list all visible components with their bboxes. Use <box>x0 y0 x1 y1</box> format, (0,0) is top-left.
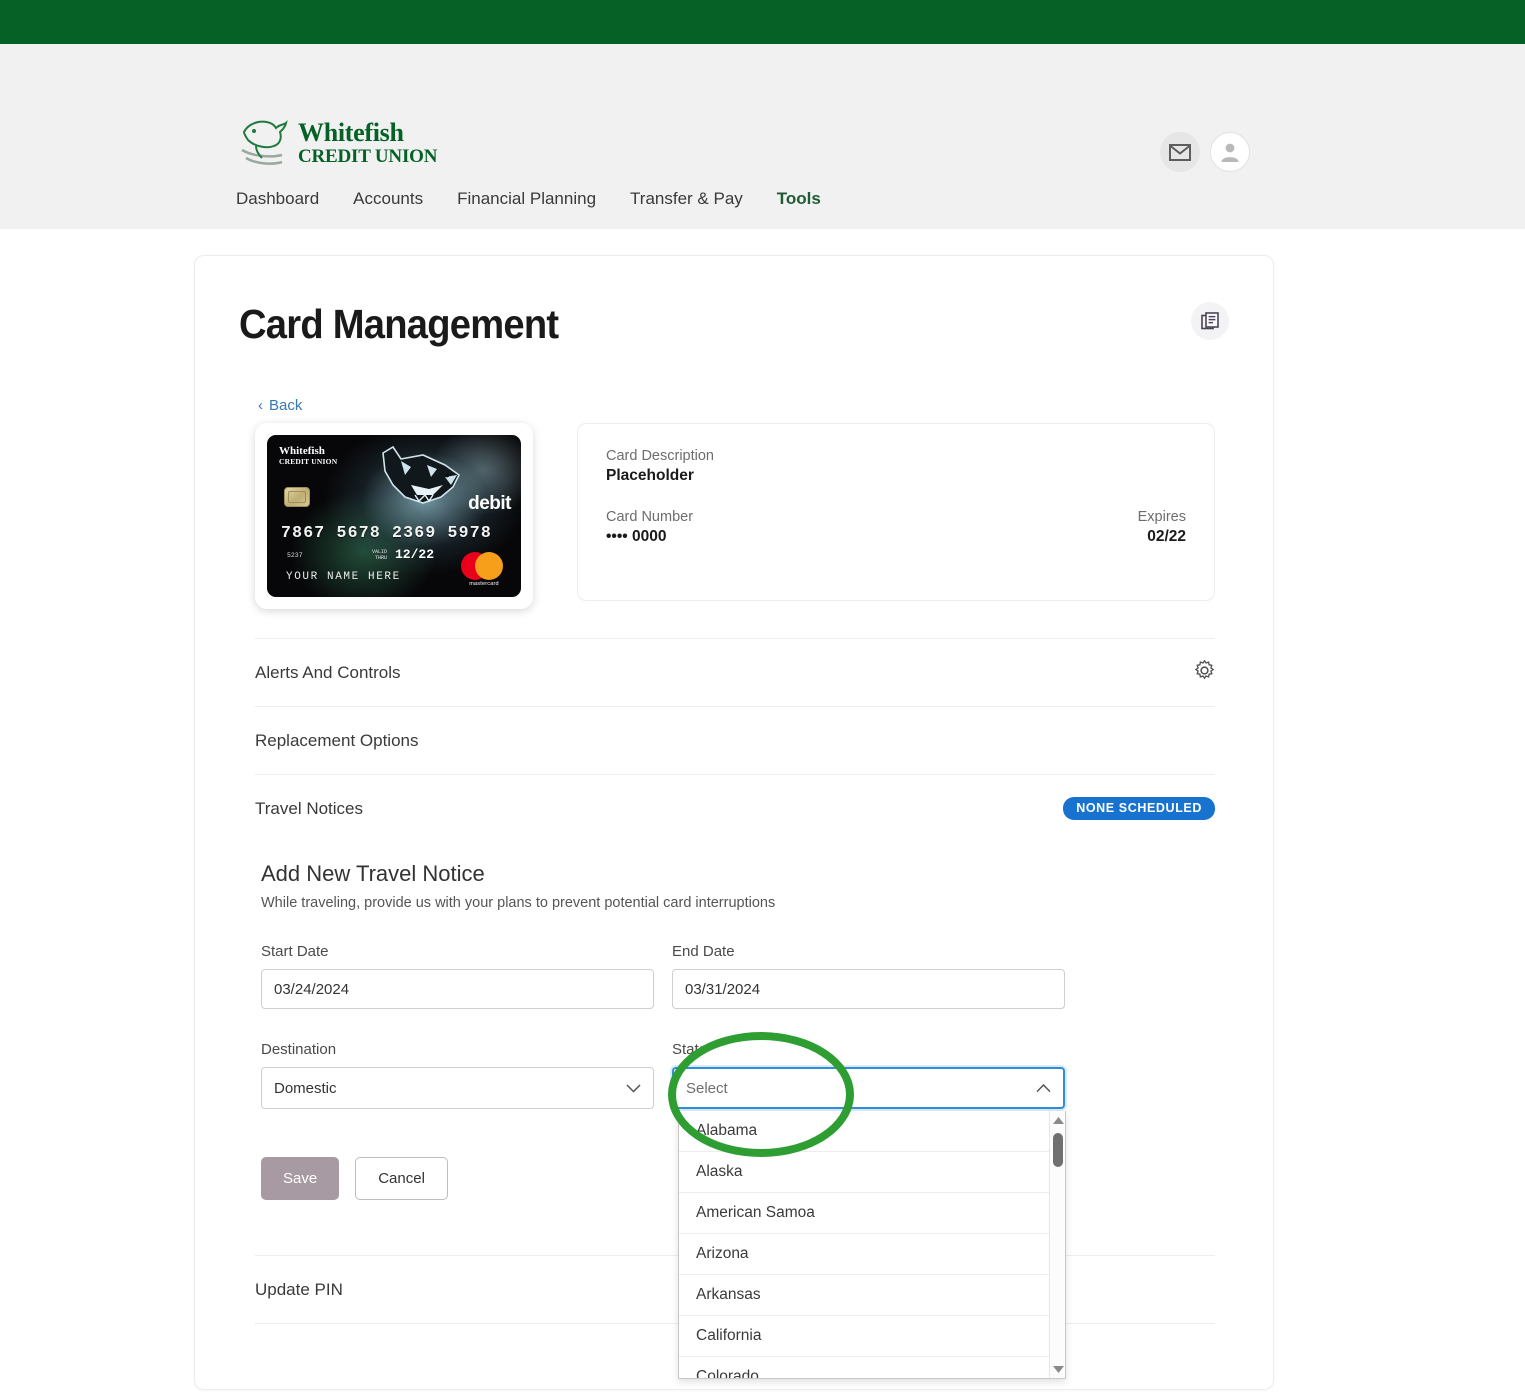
state-option-alabama[interactable]: Alabama <box>679 1111 1049 1152</box>
wolf-graphic-icon <box>382 445 461 504</box>
page-title: Card Management <box>239 301 559 347</box>
card-expires-label: Expires <box>1137 509 1186 525</box>
card-art-valid-thru: VALID THRU <box>372 549 388 562</box>
documents-icon[interactable] <box>1191 302 1229 340</box>
end-date-label: End Date <box>672 943 735 960</box>
card-art-holder-name: YOUR NAME HERE <box>286 571 401 583</box>
debit-card-art: Whitefish CREDIT UNION debit 7867 5678 2… <box>267 435 521 597</box>
envelope-glyph <box>1169 143 1191 161</box>
card-description-value: Placeholder <box>606 467 694 484</box>
state-field: State Select <box>672 1041 1065 1109</box>
start-date-field: Start Date 03/24/2024 <box>261 943 654 1009</box>
card-number-value: •••• 0000 <box>606 528 667 545</box>
dropdown-scrollbar[interactable] <box>1049 1111 1065 1378</box>
caret-down-glyph <box>1052 1365 1064 1373</box>
scroll-down-arrow-icon[interactable] <box>1050 1361 1065 1377</box>
state-option-arkansas[interactable]: Arkansas <box>679 1275 1049 1316</box>
end-date-field: End Date 03/31/2024 <box>672 943 1065 1009</box>
user-avatar-icon[interactable] <box>1210 132 1250 172</box>
card-art-logo: Whitefish CREDIT UNION <box>279 445 338 466</box>
mastercard-logo-icon: mastercard <box>461 552 507 587</box>
nav-item-financial-planning[interactable]: Financial Planning <box>440 189 613 229</box>
brand-logo[interactable]: Whitefish CREDIT UNION <box>236 112 437 174</box>
section-label-travel-notices: Travel Notices <box>255 798 364 818</box>
nav-item-accounts[interactable]: Accounts <box>336 189 440 229</box>
scrollbar-thumb[interactable] <box>1053 1133 1063 1167</box>
save-button[interactable]: Save <box>261 1157 340 1200</box>
gear-icon[interactable] <box>1194 659 1215 686</box>
end-date-input[interactable]: 03/31/2024 <box>672 969 1065 1009</box>
date-field-row: Start Date 03/24/2024 End Date 03/31/202… <box>261 943 1211 1009</box>
state-placeholder: Select <box>686 1079 728 1097</box>
chevron-up-icon <box>1036 1083 1051 1092</box>
state-option-american-samoa[interactable]: American Samoa <box>679 1193 1049 1234</box>
documents-glyph <box>1200 311 1219 329</box>
nav-item-dashboard[interactable]: Dashboard <box>236 189 336 229</box>
state-dropdown-panel: Alabama Alaska American Samoa Arizona Ar… <box>678 1111 1066 1379</box>
start-date-label: Start Date <box>261 943 329 960</box>
state-label: State <box>672 1041 708 1058</box>
caret-up-glyph <box>1052 1116 1064 1124</box>
state-option-arizona[interactable]: Arizona <box>679 1234 1049 1275</box>
state-option-colorado[interactable]: Colorado <box>679 1357 1049 1378</box>
card-art-expiry: 12/22 <box>395 547 435 562</box>
destination-field: Destination Domestic <box>261 1041 654 1109</box>
card-description-label: Card Description <box>606 448 714 464</box>
card-art-debit-label: debit <box>468 493 511 514</box>
top-brand-bar <box>0 0 1525 44</box>
section-label-replacement: Replacement Options <box>255 730 419 750</box>
destination-label: Destination <box>261 1041 337 1058</box>
person-glyph <box>1221 143 1239 162</box>
chevron-down-icon <box>626 1083 641 1093</box>
mail-icon[interactable] <box>1160 132 1200 172</box>
start-date-input[interactable]: 03/24/2024 <box>261 969 654 1009</box>
state-option-california[interactable]: California <box>679 1316 1049 1357</box>
back-link-label: Back <box>269 397 303 414</box>
section-replacement-options[interactable]: Replacement Options <box>255 706 1215 774</box>
scroll-up-arrow-icon[interactable] <box>1050 1112 1065 1128</box>
nav-item-transfer-and-pay[interactable]: Transfer & Pay <box>613 189 760 229</box>
brand-name-line2: CREDIT UNION <box>298 146 438 167</box>
form-title: Add New Travel Notice <box>261 861 485 886</box>
form-subtitle: While traveling, provide us with your pl… <box>261 895 776 911</box>
card-image-frame[interactable]: Whitefish CREDIT UNION debit 7867 5678 2… <box>255 423 533 609</box>
main-navigation: Dashboard Accounts Financial Planning Tr… <box>236 173 838 229</box>
status-badge: NONE SCHEDULED <box>1063 797 1215 820</box>
card-expires-value: 02/22 <box>1147 528 1186 545</box>
chevron-left-icon: ‹ <box>258 397 263 414</box>
card-summary-row: Whitefish CREDIT UNION debit 7867 5678 2… <box>255 423 1215 609</box>
fish-logo-icon <box>241 119 288 165</box>
brand-name-line1: Whitefish <box>298 118 404 147</box>
destination-value: Domestic <box>274 1079 337 1097</box>
card-number-label: Card Number <box>606 509 694 525</box>
header-icon-group <box>1160 132 1250 172</box>
card-details-box: Card Description Placeholder Card Number… <box>577 423 1215 601</box>
section-alerts-and-controls[interactable]: Alerts And Controls <box>255 638 1215 706</box>
card-art-number: 7867 5678 2369 5978 <box>281 523 492 542</box>
card-art-logo-line1: Whitefish <box>279 445 325 457</box>
card-art-small-code: 5237 <box>287 552 303 559</box>
destination-select[interactable]: Domestic <box>261 1067 654 1109</box>
card-chip-icon <box>284 487 310 507</box>
site-header: Whitefish CREDIT UNION Dashboard Account… <box>0 44 1525 229</box>
state-option-alaska[interactable]: Alaska <box>679 1152 1049 1193</box>
gear-glyph <box>1194 659 1215 679</box>
card-art-logo-line2: CREDIT UNION <box>279 456 338 466</box>
section-travel-notices[interactable]: Travel Notices NONE SCHEDULED <box>255 774 1215 842</box>
nav-item-tools[interactable]: Tools <box>760 189 838 229</box>
state-option-list: Alabama Alaska American Samoa Arizona Ar… <box>679 1111 1049 1378</box>
mastercard-label: mastercard <box>469 581 499 587</box>
back-link[interactable]: ‹ Back <box>258 397 302 414</box>
section-label-update-pin: Update PIN <box>255 1279 343 1299</box>
state-select[interactable]: Select <box>672 1067 1065 1109</box>
cancel-button[interactable]: Cancel <box>355 1157 448 1200</box>
section-label-alerts: Alerts And Controls <box>255 662 401 682</box>
destination-field-row: Destination Domestic State Select <box>261 1041 1211 1109</box>
